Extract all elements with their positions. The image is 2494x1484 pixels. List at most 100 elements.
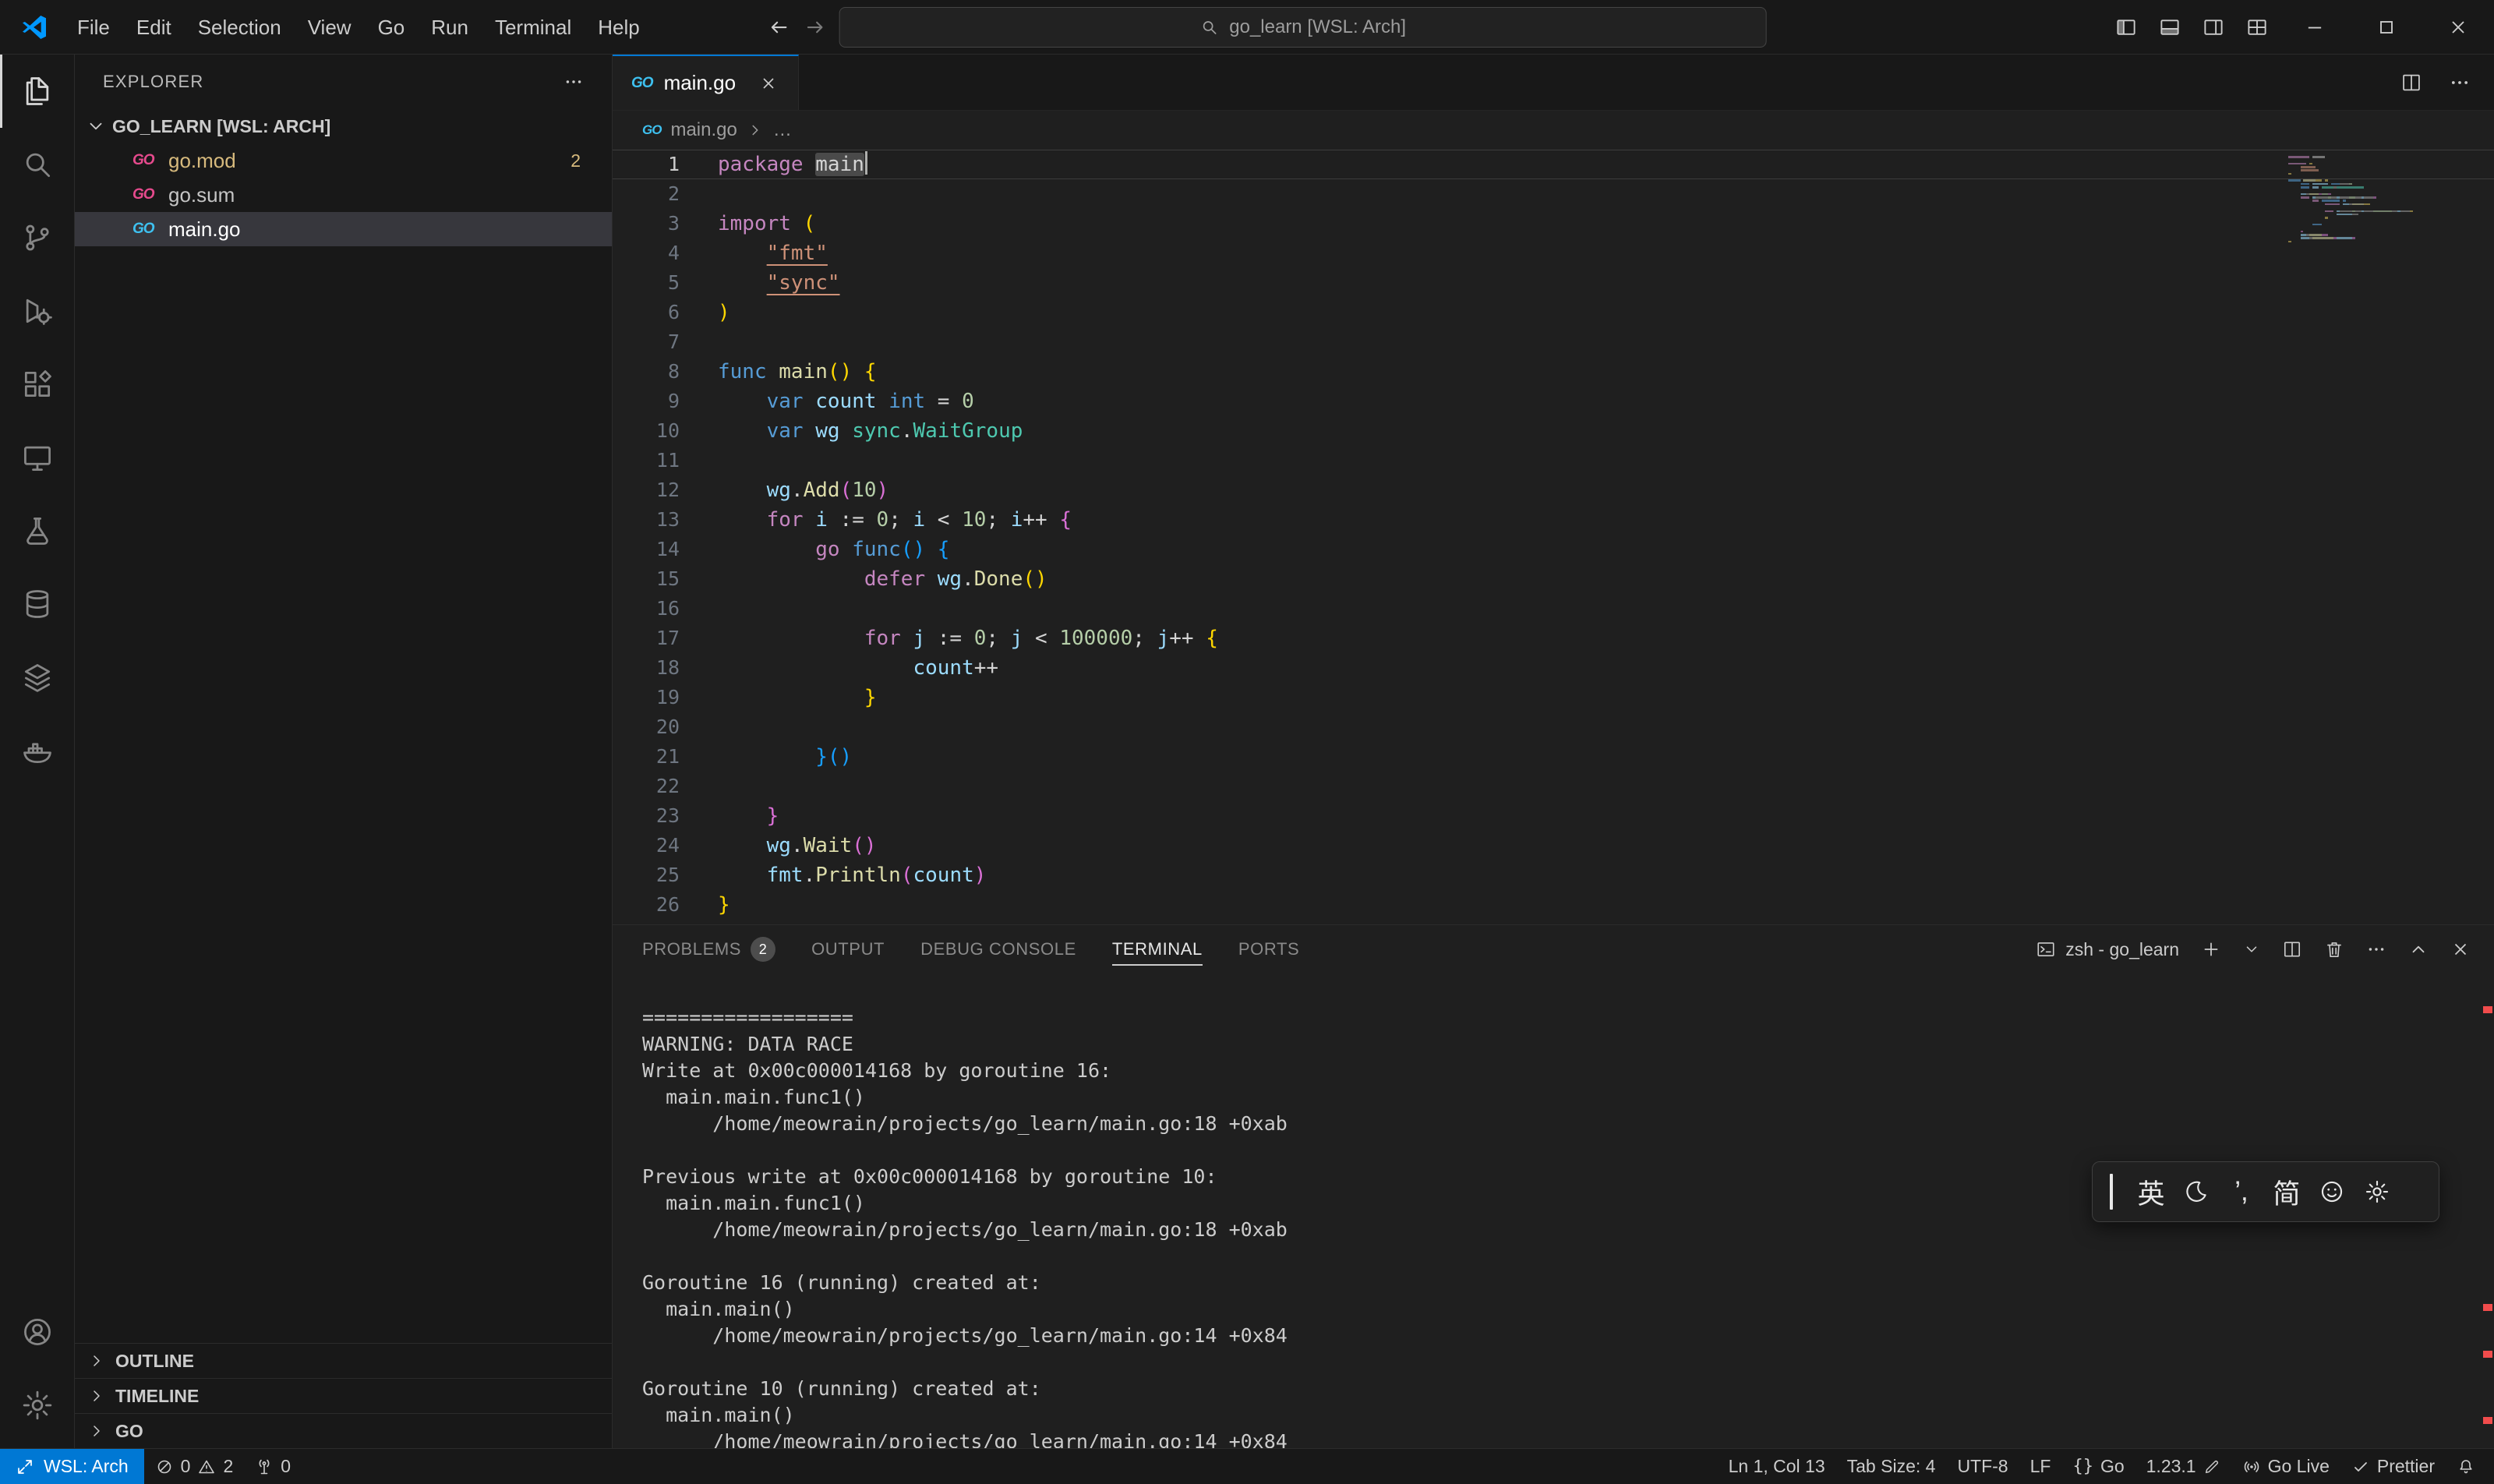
activity-remote-explorer[interactable]: [0, 421, 74, 494]
activity-accounts[interactable]: [0, 1295, 74, 1369]
cursor-position-status[interactable]: Ln 1, Col 13: [1718, 1456, 1836, 1477]
menu-run[interactable]: Run: [418, 0, 482, 55]
file-row-main.go[interactable]: GOmain.go: [75, 212, 612, 246]
command-center-search[interactable]: go_learn [WSL: Arch]: [839, 7, 1767, 48]
code-line[interactable]: 22: [613, 772, 2494, 801]
code-line[interactable]: 24 wg.Wait(): [613, 831, 2494, 860]
code-line[interactable]: 8func main() {: [613, 357, 2494, 387]
ime-simplified-toggle[interactable]: 简: [2264, 1171, 2309, 1213]
maximize-panel-icon[interactable]: [2408, 939, 2429, 959]
code-line[interactable]: 2: [613, 179, 2494, 209]
panel-tab-output[interactable]: OUTPUT: [811, 925, 885, 973]
code-line[interactable]: 16: [613, 594, 2494, 624]
eol-status[interactable]: LF: [2019, 1456, 2062, 1477]
file-row-go.sum[interactable]: GOgo.sum: [75, 178, 612, 212]
activity-database[interactable]: [0, 567, 74, 641]
activity-layers[interactable]: [0, 641, 74, 714]
panel-tab-terminal[interactable]: TERMINAL: [1112, 925, 1203, 973]
menu-go[interactable]: Go: [365, 0, 419, 55]
panel-tab-problems[interactable]: PROBLEMS2: [642, 925, 775, 973]
activity-source-control[interactable]: [0, 201, 74, 274]
back-button[interactable]: [768, 16, 791, 39]
activity-docker[interactable]: [0, 714, 74, 787]
sidebar-section-timeline[interactable]: TIMELINE: [75, 1378, 612, 1413]
ime-language-mode[interactable]: 英: [2128, 1171, 2174, 1213]
code-line[interactable]: 6): [613, 298, 2494, 327]
remote-indicator[interactable]: WSL: Arch: [0, 1449, 144, 1484]
code-line[interactable]: 23 }: [613, 801, 2494, 831]
go-version-status[interactable]: 1.23.1: [2135, 1456, 2231, 1477]
activity-extensions[interactable]: [0, 348, 74, 421]
code-line[interactable]: 9 var count int = 0: [613, 387, 2494, 416]
code-line[interactable]: 19 }: [613, 683, 2494, 712]
code-line[interactable]: 21 }(): [613, 742, 2494, 772]
activity-testing[interactable]: [0, 494, 74, 567]
activity-search[interactable]: [0, 128, 74, 201]
explorer-actions-icon[interactable]: [563, 72, 584, 92]
kill-terminal-icon[interactable]: [2324, 939, 2344, 959]
editor-more-actions-icon[interactable]: [2449, 72, 2471, 94]
menu-help[interactable]: Help: [585, 0, 652, 55]
code-line[interactable]: 1package main: [613, 150, 2494, 179]
code-line[interactable]: 15 defer wg.Done(): [613, 564, 2494, 594]
code-line[interactable]: 11: [613, 446, 2494, 475]
ime-halfwidth-toggle[interactable]: [2174, 1171, 2219, 1213]
code-line[interactable]: 13 for i := 0; i < 10; i++ {: [613, 505, 2494, 535]
minimap[interactable]: [2288, 156, 2483, 244]
folder-root-row[interactable]: GO_LEARN [WSL: ARCH]: [75, 109, 612, 143]
problems-status[interactable]: 0 2: [144, 1449, 245, 1484]
menu-edit[interactable]: Edit: [123, 0, 185, 55]
terminal-instance-select[interactable]: zsh - go_learn: [2036, 939, 2179, 960]
code-editor[interactable]: 1package main23import (4 "fmt"5 "sync"6)…: [613, 150, 2494, 924]
close-panel-icon[interactable]: [2450, 939, 2471, 959]
ports-status[interactable]: 0: [244, 1449, 302, 1484]
toggle-primary-sidebar-button[interactable]: [2104, 0, 2148, 55]
ime-punctuation-toggle[interactable]: ’,: [2219, 1171, 2264, 1213]
ime-settings[interactable]: [2354, 1171, 2400, 1213]
code-line[interactable]: 25 fmt.Println(count): [613, 860, 2494, 890]
tab-main-go[interactable]: GO main.go: [613, 55, 799, 110]
new-terminal-icon[interactable]: [2201, 939, 2221, 959]
go-live-status[interactable]: Go Live: [2231, 1456, 2340, 1477]
indentation-status[interactable]: Tab Size: 4: [1836, 1456, 1947, 1477]
notifications-bell-icon[interactable]: [2446, 1458, 2486, 1476]
sidebar-section-go[interactable]: GO: [75, 1413, 612, 1448]
code-line[interactable]: 3import (: [613, 209, 2494, 238]
minimize-button[interactable]: [2279, 0, 2351, 55]
terminal-dropdown-icon[interactable]: [2243, 941, 2260, 958]
close-window-button[interactable]: [2422, 0, 2494, 55]
toggle-secondary-sidebar-button[interactable]: [2192, 0, 2235, 55]
breadcrumb-file[interactable]: main.go: [670, 119, 737, 141]
customize-layout-button[interactable]: [2235, 0, 2279, 55]
encoding-status[interactable]: UTF-8: [1946, 1456, 2019, 1477]
tab-close-icon[interactable]: [754, 73, 782, 94]
activity-settings[interactable]: [0, 1369, 74, 1442]
breadcrumb-symbol[interactable]: …: [773, 119, 792, 141]
activity-run-debug[interactable]: [0, 274, 74, 348]
code-line[interactable]: 17 for j := 0; j < 100000; j++ {: [613, 624, 2494, 653]
sidebar-section-outline[interactable]: OUTLINE: [75, 1343, 612, 1378]
menu-view[interactable]: View: [295, 0, 365, 55]
activity-explorer[interactable]: [0, 55, 74, 128]
panel-more-actions-icon[interactable]: [2366, 939, 2386, 959]
ime-emoji[interactable]: [2309, 1171, 2354, 1213]
code-line[interactable]: 12 wg.Add(10): [613, 475, 2494, 505]
code-line[interactable]: 7: [613, 327, 2494, 357]
file-row-go.mod[interactable]: GOgo.mod2: [75, 143, 612, 178]
menu-selection[interactable]: Selection: [185, 0, 295, 55]
code-line[interactable]: 14 go func() {: [613, 535, 2494, 564]
code-line[interactable]: 10 var wg sync.WaitGroup: [613, 416, 2494, 446]
menu-file[interactable]: File: [64, 0, 123, 55]
code-line[interactable]: 20: [613, 712, 2494, 742]
code-line[interactable]: 4 "fmt": [613, 238, 2494, 268]
prettier-status[interactable]: Prettier: [2340, 1456, 2446, 1477]
language-mode-status[interactable]: {} Go: [2061, 1456, 2135, 1477]
menu-terminal[interactable]: Terminal: [482, 0, 585, 55]
split-editor-icon[interactable]: [2400, 72, 2422, 94]
code-line[interactable]: 5 "sync": [613, 268, 2494, 298]
code-line[interactable]: 26}: [613, 890, 2494, 920]
forward-button[interactable]: [804, 16, 827, 39]
code-line[interactable]: 18 count++: [613, 653, 2494, 683]
split-terminal-icon[interactable]: [2282, 939, 2302, 959]
toggle-panel-button[interactable]: [2148, 0, 2192, 55]
